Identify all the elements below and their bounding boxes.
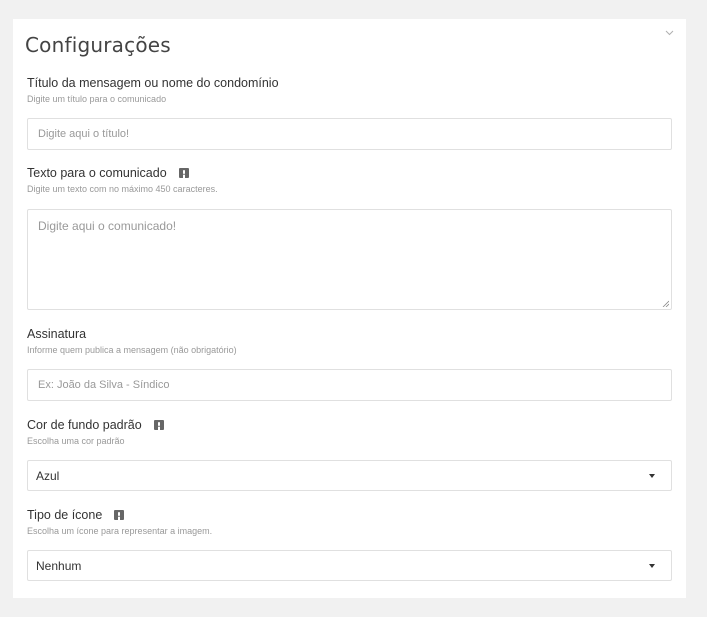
- title-input[interactable]: Digite aqui o título!: [27, 118, 672, 150]
- signature-field-group: Assinatura Informe quem publica a mensag…: [27, 326, 672, 356]
- color-label: Cor de fundo padrão: [27, 418, 142, 432]
- page-title: Configurações: [25, 33, 171, 57]
- title-label: Título da mensagem ou nome do condomínio: [27, 76, 279, 90]
- settings-panel: Configurações Título da mensagem ou nome…: [13, 19, 686, 598]
- text-help: Digite um texto com no máximo 450 caract…: [27, 184, 218, 194]
- caret-down-icon: [649, 563, 655, 568]
- title-field-group: Título da mensagem ou nome do condomínio…: [27, 75, 672, 105]
- icon-type-selected-value: Nenhum: [36, 558, 82, 573]
- text-label-row: Texto para o comunicado: [27, 165, 672, 181]
- color-field-group: Cor de fundo padrão Escolha uma cor padr…: [27, 417, 672, 447]
- signature-label: Assinatura: [27, 327, 87, 341]
- text-textarea[interactable]: Digite aqui o comunicado!: [27, 209, 672, 310]
- text-field-group: Texto para o comunicado Digite um texto …: [27, 165, 672, 195]
- icon-type-select[interactable]: Nenhum: [27, 550, 672, 581]
- color-selected-value: Azul: [36, 468, 60, 483]
- text-placeholder: Digite aqui o comunicado!: [38, 219, 177, 233]
- icon-type-label: Tipo de ícone: [27, 508, 103, 522]
- info-icon[interactable]: [114, 510, 125, 520]
- text-label: Texto para o comunicado: [27, 166, 167, 180]
- chevron-down-icon[interactable]: [663, 27, 675, 39]
- title-help: Digite um título para o comunicado: [27, 94, 167, 104]
- signature-input[interactable]: Ex: João da Silva - Síndico: [27, 369, 672, 401]
- info-icon[interactable]: [153, 420, 164, 430]
- color-help: Escolha uma cor padrão: [27, 436, 125, 446]
- caret-down-icon: [649, 473, 655, 478]
- signature-placeholder: Ex: João da Silva - Síndico: [38, 379, 170, 391]
- icon-type-label-row: Tipo de ícone: [27, 507, 672, 523]
- color-select[interactable]: Azul: [27, 460, 672, 491]
- icon-type-help: Escolha um ícone para representar a imag…: [27, 526, 213, 536]
- resize-handle-icon[interactable]: [662, 300, 669, 307]
- icon-type-field-group: Tipo de ícone Escolha um ícone para repr…: [27, 507, 672, 537]
- title-placeholder: Digite aqui o título!: [38, 128, 130, 140]
- signature-help: Informe quem publica a mensagem (não obr…: [27, 345, 237, 355]
- color-label-row: Cor de fundo padrão: [27, 417, 672, 433]
- info-icon[interactable]: [178, 168, 189, 178]
